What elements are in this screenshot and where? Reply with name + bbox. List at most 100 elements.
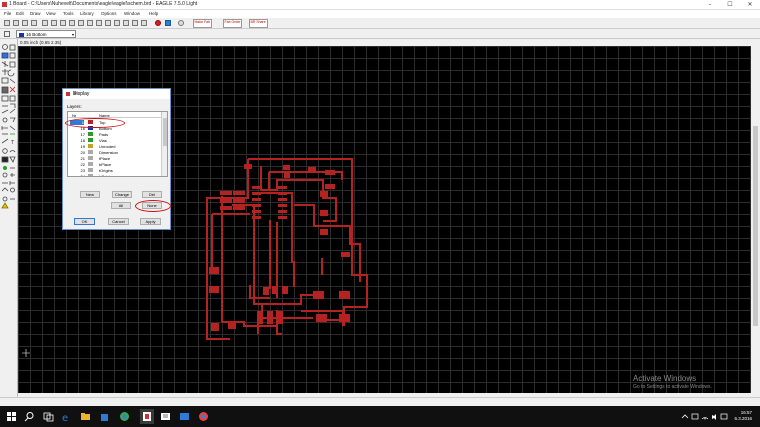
zoom-area-icon[interactable]	[123, 20, 129, 26]
layer-color-swatch	[88, 162, 93, 166]
menu-edit[interactable]: Edit	[16, 11, 24, 16]
search-icon[interactable]	[24, 411, 35, 422]
layer-number: 24	[80, 173, 85, 177]
chrome-icon[interactable]	[119, 411, 130, 422]
menu-file[interactable]: File	[4, 11, 11, 16]
layer-name: tOrigins	[99, 167, 113, 173]
layer-list-scroll-thumb[interactable]	[163, 118, 167, 146]
go-icon[interactable]	[165, 20, 171, 26]
layer-number: 17	[80, 131, 85, 137]
miter-tool-icon	[10, 117, 16, 123]
menu-help[interactable]: Help	[149, 11, 158, 16]
task-view-icon[interactable]	[43, 411, 54, 422]
layer-color-swatch	[19, 32, 24, 37]
del-button[interactable]: Del	[142, 191, 162, 198]
coordinate-bar: 0.05 inch (0.65 2.35)	[18, 39, 760, 46]
redo-icon[interactable]	[141, 20, 147, 26]
erc-tool-icon	[10, 187, 15, 193]
schematic-icon[interactable]	[51, 20, 57, 26]
stop-icon[interactable]	[155, 20, 161, 26]
close-button[interactable]: ✕	[740, 0, 760, 10]
save-icon[interactable]	[13, 20, 19, 26]
arc-tool-icon	[9, 150, 16, 153]
fab-order-button[interactable]: Fab Order	[223, 19, 242, 28]
store-icon[interactable]	[99, 411, 110, 422]
maximize-button[interactable]: ☐	[720, 0, 740, 10]
layer-number: 18	[80, 137, 85, 143]
change-button[interactable]: Change	[112, 191, 132, 198]
route-tool-icon	[9, 125, 16, 131]
tool-icons[interactable]: T	[0, 43, 18, 257]
undo-icon[interactable]	[132, 20, 138, 26]
apply-button[interactable]: Apply	[140, 218, 161, 225]
name-tool-icon	[1, 109, 9, 114]
smash-tool-icon	[2, 117, 8, 123]
paste-tool-icon	[1, 86, 9, 94]
menu-options[interactable]: Options	[101, 11, 117, 16]
attribute-tool-icon	[10, 173, 15, 177]
script-icon[interactable]	[60, 20, 66, 26]
layer-color-swatch	[88, 138, 93, 142]
br-share-button[interactable]: BR Share	[249, 19, 268, 28]
redraw-icon[interactable]	[114, 20, 120, 26]
display-tool-icon	[1, 52, 9, 59]
layer-dropdown[interactable]: 16 Bottom ▾	[16, 30, 76, 38]
auto-tool-icon	[1, 187, 9, 192]
menu-view[interactable]: View	[46, 11, 56, 16]
menu-draw[interactable]: Draw	[30, 11, 41, 16]
optimize-tool-icon	[1, 126, 8, 130]
layer-color-swatch	[88, 150, 93, 154]
print-icon[interactable]	[22, 20, 28, 26]
file-explorer-icon[interactable]	[80, 411, 91, 422]
dialog-close-icon[interactable]: ✕	[73, 91, 168, 97]
new-button[interactable]: New	[80, 191, 100, 198]
chrome-icon-2[interactable]	[198, 411, 209, 422]
annotation-circle-top-layer	[65, 118, 125, 128]
layer-row[interactable]: 24 bOrigins	[68, 173, 162, 177]
photos-icon[interactable]	[179, 411, 190, 422]
open-icon[interactable]	[4, 20, 10, 26]
windows-start-icon[interactable]	[6, 411, 17, 422]
eagle-taskbar-icon[interactable]	[140, 409, 154, 424]
layer-color-swatch	[88, 156, 93, 160]
watermark-title: Activate Windows	[633, 374, 697, 383]
left-tool-palette: T	[0, 39, 18, 397]
vertical-scrollbar[interactable]	[751, 46, 760, 397]
sheet-icon[interactable]	[42, 20, 48, 26]
menu-window[interactable]: Window	[124, 11, 140, 16]
zoom-in-icon[interactable]	[87, 20, 93, 26]
ulp-icon[interactable]	[69, 20, 75, 26]
system-tray-icons[interactable]	[680, 411, 730, 422]
windows-taskbar: e 16:57 6.3.2016	[0, 406, 760, 427]
zoom-fit-icon[interactable]	[78, 20, 84, 26]
layer-list-scrollbar[interactable]	[161, 112, 167, 176]
all-button[interactable]: All	[111, 202, 131, 209]
split-tool-icon	[10, 103, 16, 108]
vertical-scroll-thumb[interactable]	[753, 126, 758, 326]
zoom-out-icon[interactable]	[96, 20, 102, 26]
layer-name: Vias	[99, 137, 107, 143]
help-icon[interactable]	[178, 20, 184, 26]
minimize-button[interactable]: –	[700, 0, 720, 10]
make-fab-button[interactable]: Make Fab	[193, 19, 212, 28]
layers-label: Layers:	[67, 104, 82, 109]
menu-library[interactable]: Library	[80, 11, 94, 16]
cam-icon[interactable]	[31, 20, 37, 26]
layer-number: 20	[80, 149, 85, 155]
copy-tool-icon	[9, 61, 16, 68]
text-tool-icon: T	[10, 140, 15, 146]
app-taskbar-icon-1[interactable]	[160, 411, 171, 422]
ok-button[interactable]: OK	[74, 218, 95, 225]
column-nr[interactable]: Nr	[72, 113, 76, 118]
cancel-button[interactable]: Cancel	[108, 218, 129, 225]
layer-settings-icon[interactable]	[4, 31, 10, 37]
mark-tool-icon	[9, 52, 16, 59]
add-tool-icon	[1, 95, 9, 102]
zoom-select-icon[interactable]	[105, 20, 111, 26]
move-tool-icon	[1, 61, 9, 67]
menu-tools[interactable]: Tools	[63, 11, 74, 16]
column-name[interactable]: Name	[99, 113, 110, 118]
chevron-down-icon: ▾	[71, 32, 74, 37]
taskbar-clock[interactable]: 16:57 6.3.2016	[734, 410, 752, 422]
edge-browser-icon[interactable]: e	[61, 411, 72, 422]
